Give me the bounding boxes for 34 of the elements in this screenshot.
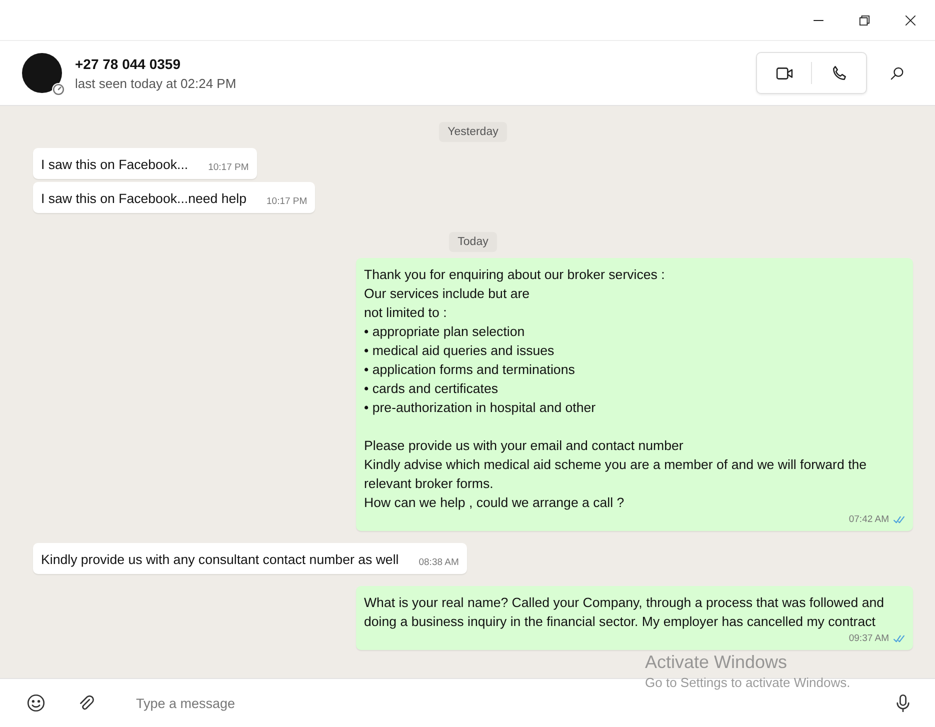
contact-name: +27 78 044 0359 <box>75 56 182 72</box>
message-line: What is your real name? Called your Company, through a process that was followed and doing a business inquiry in the financial sector. My employer has cancelled my contract <box>364 594 886 631</box>
message-time: 10:17 PM <box>208 160 249 174</box>
message-time: 08:38 AM <box>418 556 459 570</box>
message-line: I saw this on Facebook...need help <box>41 190 246 208</box>
close-icon <box>904 14 916 26</box>
smiley-icon <box>27 694 45 712</box>
message-line: Kindly advise which medical aid scheme you are a member of and we will forward the relevant broker forms. <box>364 456 868 493</box>
message-input[interactable]: Type a message <box>134 690 889 716</box>
message-line: Our services include but are <box>364 285 531 303</box>
search-icon <box>890 66 904 80</box>
message-time: 09:37 AM <box>848 632 889 646</box>
restore-icon <box>858 14 870 26</box>
message-line: • application forms and terminations <box>364 361 576 379</box>
message-time: 10:17 PM <box>266 194 308 208</box>
message-line: I saw this on Facebook... <box>41 156 188 174</box>
last-seen-status: last seen today at 02:24 PM <box>75 76 238 90</box>
paperclip-icon <box>77 694 95 712</box>
phone-icon <box>830 64 848 82</box>
message-line: not limited to : <box>364 304 448 322</box>
message-line: • appropriate plan selection <box>364 323 526 341</box>
message-line: Please provide us with your email and contact number <box>364 437 684 455</box>
message-line: Kindly provide us with any consultant contact number as well <box>41 551 399 569</box>
message-time: 07:42 AM <box>848 512 889 526</box>
microphone-icon <box>894 694 912 712</box>
message-line: • medical aid queries and issues <box>364 342 556 360</box>
avatar[interactable] <box>22 53 62 93</box>
video-camera-icon <box>776 64 792 82</box>
activation-notice-title: Activate Windows <box>645 652 788 673</box>
message-line: • cards and certificates <box>364 380 499 398</box>
message-line: How can we help , could we arrange a call ? <box>364 494 626 512</box>
activation-notice-text: Go to Settings to activate Windows. <box>645 675 850 690</box>
message-line: • pre-authorization in hospital and other <box>364 399 597 417</box>
message-line: Thank you for enquiring about our broker services : <box>364 266 666 284</box>
